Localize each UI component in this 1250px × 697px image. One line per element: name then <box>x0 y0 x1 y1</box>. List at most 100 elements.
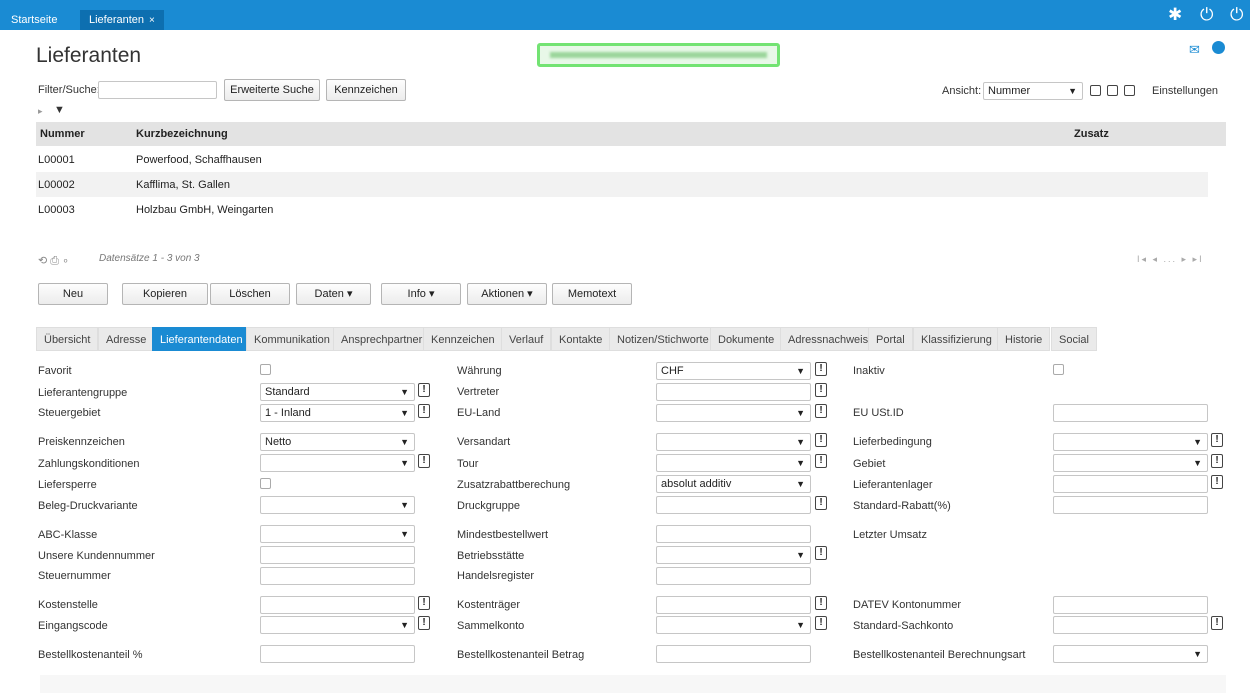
layout-icon-3[interactable] <box>1124 85 1135 96</box>
zahlungskonditionen-select[interactable]: ▼ <box>260 454 415 472</box>
info-icon[interactable]: ! <box>418 383 430 397</box>
filter-icon[interactable]: ▼ <box>54 104 65 116</box>
waehrung-select[interactable]: CHF ▼ <box>656 362 811 380</box>
beleg-select[interactable]: ▼ <box>260 496 415 514</box>
info-icon[interactable]: ! <box>1211 454 1223 468</box>
tab-social[interactable]: Social <box>1051 327 1097 351</box>
tab-ansprechpartner[interactable]: Ansprechpartner <box>333 327 431 351</box>
view-select[interactable]: Nummer ▼ <box>983 82 1083 100</box>
tab-portal[interactable]: Portal <box>868 327 913 351</box>
mail-icon[interactable]: ✉ <box>1189 42 1200 58</box>
euland-select[interactable]: ▼ <box>656 404 811 422</box>
info-icon[interactable]: ! <box>815 596 827 610</box>
info-icon[interactable]: ! <box>815 383 827 397</box>
power-icon[interactable]: ⏻ <box>1200 5 1213 25</box>
lieferantenlager-input[interactable] <box>1053 475 1208 493</box>
tab-dokumente[interactable]: Dokumente <box>710 327 783 351</box>
info-icon[interactable]: ! <box>815 404 827 418</box>
info-icon[interactable]: ! <box>815 546 827 560</box>
tab-lieferantendaten[interactable]: Lieferantendaten <box>152 327 251 351</box>
vertreter-input[interactable] <box>656 383 811 401</box>
preiskennzeichen-select[interactable]: Netto ▼ <box>260 433 415 451</box>
favorit-checkbox[interactable] <box>260 364 271 375</box>
sammelkonto-select[interactable]: ▼ <box>656 616 811 634</box>
memotext-button[interactable]: Memotext <box>552 283 632 305</box>
abc-select[interactable]: ▼ <box>260 525 415 543</box>
info-icon[interactable]: ! <box>815 362 827 376</box>
tab-uebersicht[interactable]: Übersicht <box>36 327 99 351</box>
tab-lieferanten[interactable]: Lieferanten × <box>80 10 164 30</box>
data-menu-button[interactable]: Daten ▾ <box>296 283 371 305</box>
inaktiv-checkbox[interactable] <box>1053 364 1064 375</box>
tab-adresse[interactable]: Adresse <box>98 327 155 351</box>
liefersperre-checkbox[interactable] <box>260 478 271 489</box>
info-icon[interactable]: ! <box>1211 475 1223 489</box>
tab-verlauf[interactable]: Verlauf <box>501 327 552 351</box>
expand-icon[interactable]: ▸ <box>38 106 43 117</box>
tab-kommunikation[interactable]: Kommunikation <box>246 327 338 351</box>
table-row[interactable]: L00001 Powerfood, Schaffhausen <box>36 147 1208 172</box>
close-tab-icon[interactable]: × <box>149 15 155 26</box>
info-icon[interactable]: ! <box>418 454 430 468</box>
col-zusatz[interactable]: Zusatz <box>1074 128 1109 140</box>
berechnungsart-select[interactable]: ▼ <box>1053 645 1208 663</box>
info-icon[interactable]: ! <box>418 596 430 610</box>
table-row[interactable]: L00003 Holzbau GmbH, Weingarten <box>36 197 1208 222</box>
delete-button[interactable]: Löschen <box>210 283 290 305</box>
kostenstelle-input[interactable] <box>260 596 415 614</box>
info-menu-button[interactable]: Info ▾ <box>381 283 461 305</box>
steuernummer-input[interactable] <box>260 567 415 585</box>
actions-menu-button[interactable]: Aktionen ▾ <box>467 283 547 305</box>
bestellkosten-betrag-input[interactable] <box>656 645 811 663</box>
info-icon[interactable]: ! <box>815 496 827 510</box>
info-icon[interactable]: ! <box>418 404 430 418</box>
refresh-icon[interactable]: ⟲ ⎙ ∘ <box>38 254 69 268</box>
filter-input[interactable] <box>98 81 217 99</box>
kundennummer-input[interactable] <box>260 546 415 564</box>
tab-klassifizierung[interactable]: Klassifizierung <box>913 327 1000 351</box>
extended-search-button[interactable]: Erweiterte Suche <box>224 79 320 101</box>
eu-ust-input[interactable] <box>1053 404 1208 422</box>
standardrabatt-input[interactable] <box>1053 496 1208 514</box>
tab-historie[interactable]: Historie <box>997 327 1051 351</box>
info-icon[interactable]: ! <box>1211 433 1223 447</box>
tab-notizen[interactable]: Notizen/Stichworte <box>609 327 717 351</box>
bestellkosten-input[interactable] <box>260 645 415 663</box>
mindestbestellwert-input[interactable] <box>656 525 811 543</box>
tags-button[interactable]: Kennzeichen <box>326 79 406 101</box>
steuergebiet-select[interactable]: 1 - Inland ▼ <box>260 404 415 422</box>
table-row[interactable]: L00002 Kafflima, St. Gallen <box>36 172 1208 197</box>
sachkonto-input[interactable] <box>1053 616 1208 634</box>
gebiet-select[interactable]: ▼ <box>1053 454 1208 472</box>
pager[interactable]: I◂ ◂ ... ▸ ▸I <box>1137 254 1204 265</box>
info-icon[interactable]: ! <box>815 616 827 630</box>
tab-adressnachweis[interactable]: Adressnachweis <box>780 327 877 351</box>
col-nummer[interactable]: Nummer <box>40 128 85 140</box>
layout-icon-1[interactable] <box>1090 85 1101 96</box>
settings-link[interactable]: Einstellungen <box>1152 85 1218 97</box>
gear-icon[interactable]: ✱ <box>1168 5 1182 25</box>
eingangscode-select[interactable]: ▼ <box>260 616 415 634</box>
info-icon[interactable]: ! <box>815 433 827 447</box>
chat-icon[interactable] <box>1212 41 1225 54</box>
info-icon[interactable]: ! <box>418 616 430 630</box>
datev-input[interactable] <box>1053 596 1208 614</box>
betriebsstaette-select[interactable]: ▼ <box>656 546 811 564</box>
tab-kontakte[interactable]: Kontakte <box>551 327 611 351</box>
tab-startseite[interactable]: Startseite <box>2 10 66 30</box>
col-kurzbezeichnung[interactable]: Kurzbezeichnung <box>136 128 228 140</box>
kostentraeger-input[interactable] <box>656 596 811 614</box>
tour-select[interactable]: ▼ <box>656 454 811 472</box>
versandart-select[interactable]: ▼ <box>656 433 811 451</box>
handelsregister-input[interactable] <box>656 567 811 585</box>
lieferantengruppe-select[interactable]: Standard ▼ <box>260 383 415 401</box>
new-button[interactable]: Neu <box>38 283 108 305</box>
info-icon[interactable]: ! <box>815 454 827 468</box>
power-alt-icon[interactable]: ⏻ <box>1230 5 1243 25</box>
zusatzrabatt-select[interactable]: absolut additiv ▼ <box>656 475 811 493</box>
tab-kennzeichen[interactable]: Kennzeichen <box>423 327 503 351</box>
druckgruppe-input[interactable] <box>656 496 811 514</box>
info-icon[interactable]: ! <box>1211 616 1223 630</box>
layout-icon-2[interactable] <box>1107 85 1118 96</box>
copy-button[interactable]: Kopieren <box>122 283 208 305</box>
